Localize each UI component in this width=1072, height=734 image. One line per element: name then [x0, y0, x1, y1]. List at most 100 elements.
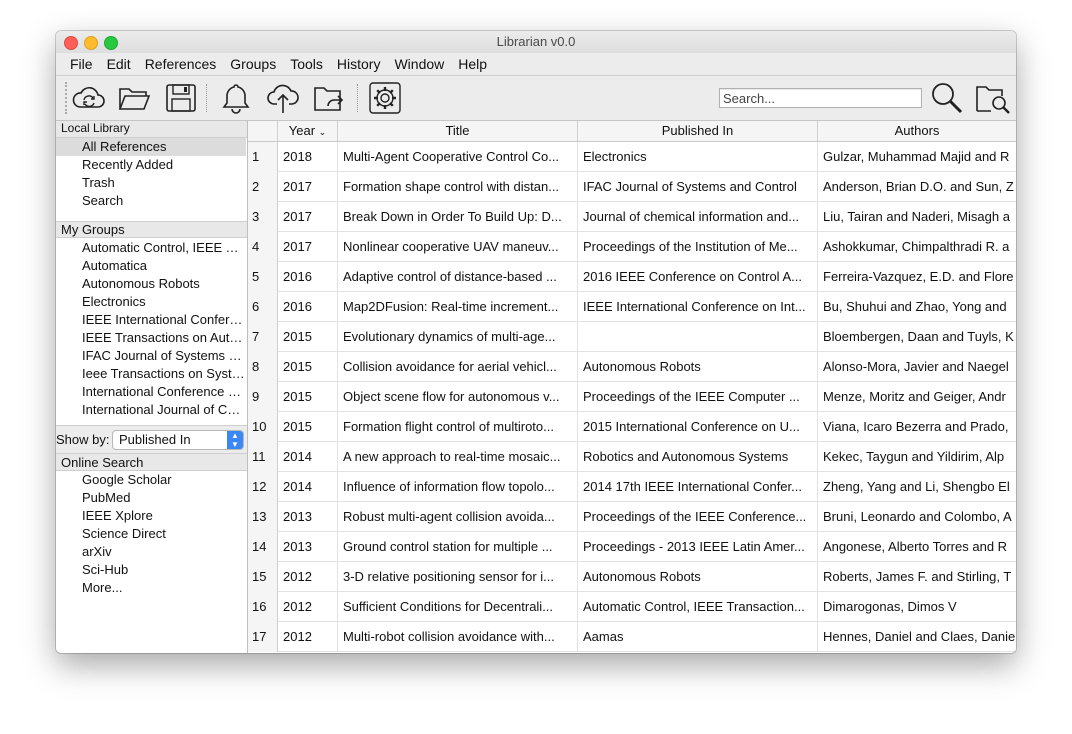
group-item[interactable]: Ieee Transactions on Systems: [56, 365, 246, 383]
show-by-select[interactable]: Published In ▲ ▼: [112, 430, 244, 450]
open-folder-icon[interactable]: [115, 80, 153, 116]
cell-year: 2016: [278, 262, 338, 292]
cell-year: 2012: [278, 592, 338, 622]
show-by-value: Published In: [119, 432, 191, 447]
online-item-sci-hub[interactable]: Sci-Hub: [56, 561, 246, 579]
show-by-bar: Show by: Published In ▲ ▼: [56, 425, 247, 454]
menu-bar: File Edit References Groups Tools History Wind…: [56, 53, 1016, 76]
search-icon[interactable]: [928, 80, 966, 116]
row-number: 15: [248, 562, 278, 592]
cell-year: 2018: [278, 142, 338, 172]
cell-authors: Ferreira-Vazquez, E.D. and Flore: [823, 269, 1014, 284]
table-row[interactable]: 17 2012 Multi-robot collision avoidance wi…: [248, 622, 1016, 652]
sidebar-item-all-references[interactable]: All References: [56, 138, 246, 156]
sidebar-item-trash[interactable]: Trash: [56, 174, 246, 192]
settings-gear-icon[interactable]: [366, 80, 404, 116]
cloud-upload-icon[interactable]: [264, 80, 302, 116]
cell-title: Formation flight control of multiroto...: [338, 412, 578, 442]
cell-title: Multi-Agent Cooperative Control Co...: [338, 142, 578, 172]
cell-published-in: 2014 17th IEEE International Confer...: [578, 472, 818, 502]
menu-tools[interactable]: Tools: [283, 53, 330, 75]
menu-window[interactable]: Window: [387, 53, 451, 75]
toolbar-grip[interactable]: [65, 82, 69, 114]
row-number: 8: [248, 352, 278, 382]
online-item-google-scholar[interactable]: Google Scholar: [56, 471, 246, 489]
minimize-window-button[interactable]: [84, 36, 98, 50]
table-row[interactable]: 15 2012 3-D relative positioning sensor fo…: [248, 562, 1016, 592]
menu-references[interactable]: References: [138, 53, 224, 75]
cell-authors: Alonso-Mora, Javier and Naegel: [823, 359, 1009, 374]
maximize-window-button[interactable]: [104, 36, 118, 50]
close-window-button[interactable]: [64, 36, 78, 50]
header-title[interactable]: Title: [338, 121, 578, 141]
table-row[interactable]: 13 2013 Robust multi-agent collision avoid…: [248, 502, 1016, 532]
header-published-in[interactable]: Published In: [578, 121, 818, 141]
cell-published-in: 2016 IEEE Conference on Control A...: [578, 262, 818, 292]
table-row[interactable]: 14 2013 Ground control station for multipl…: [248, 532, 1016, 562]
table-row[interactable]: 4 2017 Nonlinear cooperative UAV maneuv...…: [248, 232, 1016, 262]
row-number: 5: [248, 262, 278, 292]
group-item[interactable]: IEEE Transactions on Automatic Control: [56, 329, 246, 347]
row-number: 12: [248, 472, 278, 502]
save-icon[interactable]: [162, 80, 200, 116]
folder-search-icon[interactable]: [974, 80, 1012, 116]
sidebar-item-search[interactable]: Search: [56, 192, 246, 210]
group-item[interactable]: International Conference on Unmanned: [56, 383, 246, 401]
menu-history[interactable]: History: [330, 53, 388, 75]
group-item[interactable]: IEEE International Conference on Robotic…: [56, 311, 246, 329]
cell-year: 2014: [278, 472, 338, 502]
table-row[interactable]: 1 2018 Multi-Agent Cooperative Control Co.…: [248, 142, 1016, 172]
row-number: 7: [248, 322, 278, 352]
group-item[interactable]: Automatica: [56, 257, 246, 275]
table-row[interactable]: 16 2012 Sufficient Conditions for Decentra…: [248, 592, 1016, 622]
table-row[interactable]: 10 2015 Formation flight control of multir…: [248, 412, 1016, 442]
table-row[interactable]: 12 2014 Influence of information flow topo…: [248, 472, 1016, 502]
sync-icon[interactable]: [70, 80, 108, 116]
table-row[interactable]: 6 2016 Map2DFusion: Real-time increment...…: [248, 292, 1016, 322]
sidebar-item-recently-added[interactable]: Recently Added: [56, 156, 246, 174]
search-input[interactable]: Search...: [719, 88, 922, 108]
cell-title: Nonlinear cooperative UAV maneuv...: [338, 232, 578, 262]
table-row[interactable]: 2 2017 Formation shape control with distan…: [248, 172, 1016, 202]
group-item[interactable]: Autonomous Robots: [56, 275, 246, 293]
menu-groups[interactable]: Groups: [223, 53, 283, 75]
online-item-ieee-xplore[interactable]: IEEE Xplore: [56, 507, 246, 525]
table-row[interactable]: 11 2014 A new approach to real-time mosaic…: [248, 442, 1016, 472]
group-item[interactable]: IFAC Journal of Systems and Control: [56, 347, 246, 365]
cell-authors: Roberts, James F. and Stirling, T: [823, 569, 1012, 584]
cell-title: Robust multi-agent collision avoida...: [338, 502, 578, 532]
cell-published-in: Aamas: [578, 622, 818, 652]
cell-authors: Zheng, Yang and Li, Shengbo El: [823, 479, 1010, 494]
cell-year: 2017: [278, 172, 338, 202]
row-number: 3: [248, 202, 278, 232]
header-year[interactable]: Year ⌄: [278, 121, 338, 141]
cell-year: 2013: [278, 502, 338, 532]
cell-year: 2015: [278, 322, 338, 352]
table-row[interactable]: 3 2017 Break Down in Order To Build Up: D.…: [248, 202, 1016, 232]
menu-help[interactable]: Help: [451, 53, 494, 75]
cell-published-in: IEEE International Conference on Int...: [578, 292, 818, 322]
cell-published-in: Proceedings of the IEEE Conference...: [578, 502, 818, 532]
export-folder-icon[interactable]: [310, 80, 348, 116]
bell-icon[interactable]: [217, 80, 255, 116]
online-item-more[interactable]: More...: [56, 579, 246, 597]
row-number: 1: [248, 142, 278, 172]
table-row[interactable]: 9 2015 Object scene flow for autonomous v.…: [248, 382, 1016, 412]
group-item[interactable]: Electronics: [56, 293, 246, 311]
table-row[interactable]: 8 2015 Collision avoidance for aerial vehi…: [248, 352, 1016, 382]
online-item-pubmed[interactable]: PubMed: [56, 489, 246, 507]
menu-file[interactable]: File: [63, 53, 100, 75]
online-item-science-direct[interactable]: Science Direct: [56, 525, 246, 543]
table-row[interactable]: 5 2016 Adaptive control of distance-based …: [248, 262, 1016, 292]
cell-published-in: Autonomous Robots: [578, 352, 818, 382]
row-number: 6: [248, 292, 278, 322]
table-header: Year ⌄ Title Published In Authors: [248, 121, 1016, 142]
cell-published-in: Proceedings of the IEEE Computer ...: [578, 382, 818, 412]
menu-edit[interactable]: Edit: [100, 53, 138, 75]
cell-published-in: Autonomous Robots: [578, 562, 818, 592]
group-item[interactable]: Automatic Control, IEEE Transactions on: [56, 239, 246, 257]
online-item-arxiv[interactable]: arXiv: [56, 543, 246, 561]
group-item[interactable]: International Journal of Control: [56, 401, 246, 419]
table-row[interactable]: 7 2015 Evolutionary dynamics of multi-age.…: [248, 322, 1016, 352]
header-authors[interactable]: Authors: [818, 121, 1016, 141]
